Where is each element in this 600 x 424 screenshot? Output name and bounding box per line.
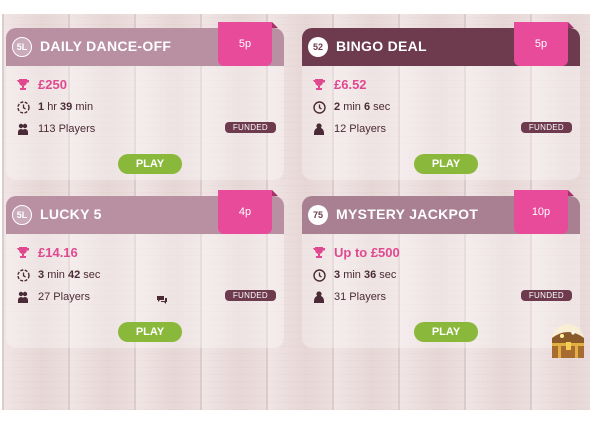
ticket-price-tag: 5p: [514, 22, 574, 66]
players-icon: [16, 122, 30, 136]
time-value-b: 42: [67, 269, 81, 281]
time-row: 3 min 36 sec: [312, 267, 396, 283]
time-value-b: 39: [60, 101, 73, 113]
time-value-a: 2: [334, 101, 341, 113]
room-badge: 5L: [12, 37, 32, 57]
trophy-icon: [16, 245, 30, 259]
play-button[interactable]: PLAY: [414, 322, 478, 342]
ticket-price-tag: 10p: [514, 190, 574, 234]
room-title: BINGO DEAL: [336, 38, 427, 54]
prize-row: £14.16: [16, 244, 78, 260]
clock-icon: [16, 268, 30, 282]
prize-row: Up to £500: [312, 244, 400, 260]
time-unit-b: sec: [83, 269, 101, 281]
time-unit-b: sec: [373, 101, 391, 113]
play-button[interactable]: PLAY: [118, 322, 182, 342]
status-badge: FUNDED: [224, 122, 276, 133]
time-value-b: 6: [363, 101, 371, 113]
time-unit-a: hr: [47, 101, 57, 113]
room-card[interactable]: 75 MYSTERY JACKPOT 10p Up to £500 3 min …: [302, 190, 580, 348]
status-badge: FUNDED: [520, 122, 572, 133]
room-title: MYSTERY JACKPOT: [336, 206, 479, 222]
trophy-icon: [16, 77, 30, 91]
room-badge: 52: [308, 37, 328, 57]
prize-amount: Up to £500: [334, 244, 400, 260]
clock-icon: [16, 100, 30, 114]
player-count: 31 Players: [334, 291, 386, 303]
room-card[interactable]: 52 BINGO DEAL 5p £6.52 2 min 6 sec 12 Pl…: [302, 22, 580, 180]
time-value-a: 1: [38, 101, 45, 113]
players-row: 27 Players: [16, 289, 90, 305]
time-value-b: 36: [363, 269, 377, 281]
players-row: 12 Players: [312, 121, 386, 137]
time-value-a: 3: [334, 269, 341, 281]
clock-icon: [312, 100, 326, 114]
room-card[interactable]: 5L LUCKY 5 4p £14.16 3 min 42 sec 27 Pla…: [6, 190, 284, 348]
player-count: 12 Players: [334, 123, 386, 135]
prize-row: £6.52: [312, 76, 367, 92]
prize-row: £250: [16, 76, 67, 92]
time-unit-b: min: [75, 101, 94, 113]
players-icon: [16, 290, 30, 304]
chat-icon[interactable]: [156, 292, 168, 304]
prize-amount: £6.52: [334, 76, 367, 92]
trophy-icon: [312, 245, 326, 259]
time-unit-a: min: [343, 101, 361, 113]
bingo-rooms-board: 5L DAILY DANCE-OFF 5p £250 1 hr 39 min 1…: [2, 14, 590, 410]
time-value-a: 3: [38, 269, 45, 281]
treasure-chest-icon[interactable]: [546, 320, 590, 364]
room-card[interactable]: 5L DAILY DANCE-OFF 5p £250 1 hr 39 min 1…: [6, 22, 284, 180]
room-title: LUCKY 5: [40, 206, 102, 222]
ticket-price-tag: 5p: [218, 22, 278, 66]
time-row: 3 min 42 sec: [16, 267, 100, 283]
room-title: DAILY DANCE-OFF: [40, 38, 172, 54]
players-icon: [312, 290, 326, 304]
time-unit-b: sec: [379, 269, 397, 281]
players-row: 113 Players: [16, 121, 95, 137]
prize-amount: £14.16: [38, 244, 78, 260]
status-badge: FUNDED: [520, 290, 572, 301]
clock-icon: [312, 268, 326, 282]
players-row: 31 Players: [312, 289, 386, 305]
play-button[interactable]: PLAY: [118, 154, 182, 174]
prize-amount: £250: [38, 76, 67, 92]
time-row: 2 min 6 sec: [312, 99, 390, 115]
time-unit-a: min: [343, 269, 361, 281]
status-badge: FUNDED: [224, 290, 276, 301]
ticket-price-tag: 4p: [218, 190, 278, 234]
room-badge: 75: [308, 205, 328, 225]
player-count: 27 Players: [38, 291, 90, 303]
play-button[interactable]: PLAY: [414, 154, 478, 174]
time-unit-a: min: [47, 269, 65, 281]
trophy-icon: [312, 77, 326, 91]
room-badge: 5L: [12, 205, 32, 225]
player-count: 113 Players: [38, 123, 96, 135]
time-row: 1 hr 39 min: [16, 99, 93, 115]
players-icon: [312, 122, 326, 136]
